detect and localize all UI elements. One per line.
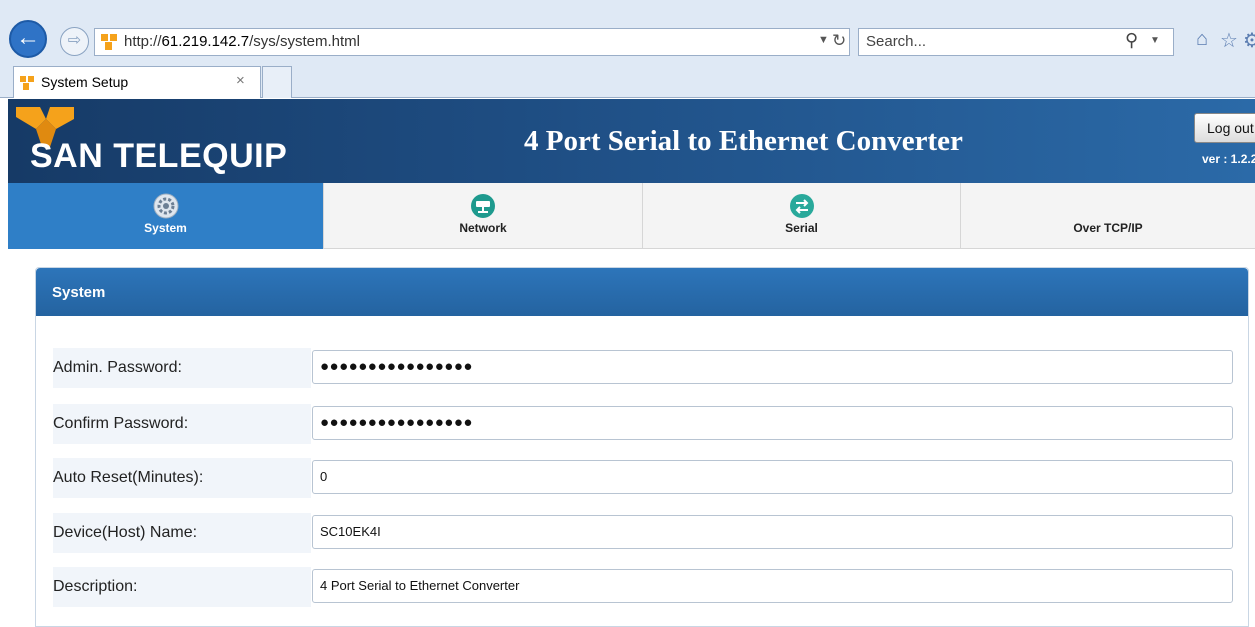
- tools-gear-icon[interactable]: ⚙: [1243, 28, 1255, 53]
- description-field[interactable]: 4 Port Serial to Ethernet Converter: [312, 569, 1233, 603]
- network-icon: [471, 194, 495, 218]
- panel-header: System: [36, 268, 1248, 316]
- page-header: SAN TELEQUIP 4 Port Serial to Ethernet C…: [8, 99, 1255, 183]
- browser-tab-strip: System Setup ×: [0, 66, 1255, 98]
- tab-system[interactable]: System: [8, 183, 324, 249]
- tab-network-label: Network: [459, 221, 507, 235]
- new-tab-button[interactable]: [262, 66, 292, 98]
- search-icon[interactable]: ⚲: [1125, 30, 1138, 51]
- favorites-star-icon[interactable]: ☆: [1220, 28, 1238, 53]
- confirm-password-field[interactable]: ●●●●●●●●●●●●●●●●: [312, 406, 1233, 440]
- url-dropdown-icon[interactable]: ▼: [818, 34, 829, 46]
- serial-arrows-icon: [790, 194, 814, 218]
- auto-reset-field[interactable]: 0: [312, 460, 1233, 494]
- admin-password-label: Admin. Password:: [53, 348, 311, 388]
- confirm-password-label: Confirm Password:: [53, 404, 311, 444]
- admin-password-field[interactable]: ●●●●●●●●●●●●●●●●: [312, 350, 1233, 384]
- form-row-confirm-password: Confirm Password: ●●●●●●●●●●●●●●●●: [53, 404, 1233, 444]
- site-favicon-icon: [101, 34, 117, 50]
- description-label: Description:: [53, 567, 311, 607]
- refresh-icon[interactable]: ↻: [832, 31, 846, 51]
- logout-button[interactable]: Log out: [1194, 113, 1255, 143]
- back-button[interactable]: ←: [9, 20, 47, 58]
- form-row-admin-password: Admin. Password: ●●●●●●●●●●●●●●●●: [53, 348, 1233, 388]
- panel-title: System: [52, 284, 106, 301]
- browser-address-bar: ← ⇨ http://61.219.142.7/sys/system.html …: [0, 0, 1255, 66]
- tab-serial-label: Serial: [785, 221, 818, 235]
- version-label: ver : 1.2.2: [1202, 152, 1255, 166]
- tab-system-label: System: [144, 221, 187, 235]
- page-title: 4 Port Serial to Ethernet Converter: [524, 125, 963, 157]
- home-icon[interactable]: ⌂: [1196, 28, 1208, 51]
- url-prefix: http://: [124, 33, 162, 50]
- url-path: /sys/system.html: [249, 33, 360, 50]
- tab-title: System Setup: [41, 74, 129, 90]
- tab-serial[interactable]: Serial: [643, 183, 961, 249]
- url-text[interactable]: http://61.219.142.7/sys/system.html: [124, 33, 360, 50]
- url-host: 61.219.142.7: [161, 33, 250, 50]
- device-name-field[interactable]: SC10EK4I: [312, 515, 1233, 549]
- tab-favicon-icon: [20, 76, 34, 90]
- system-gear-icon: [153, 193, 179, 219]
- browser-tab-system-setup[interactable]: System Setup ×: [13, 66, 261, 98]
- form-row-device-name: Device(Host) Name: SC10EK4I: [53, 513, 1233, 553]
- tab-over-tcp-ip[interactable]: Over TCP/IP: [961, 183, 1255, 249]
- device-name-label: Device(Host) Name:: [53, 513, 311, 553]
- tab-network[interactable]: Network: [324, 183, 643, 249]
- search-dropdown-icon[interactable]: ▼: [1150, 35, 1160, 46]
- system-panel: System Admin. Password: ●●●●●●●●●●●●●●●●…: [35, 267, 1249, 627]
- form-row-description: Description: 4 Port Serial to Ethernet C…: [53, 567, 1233, 607]
- close-tab-icon[interactable]: ×: [236, 72, 245, 89]
- forward-button[interactable]: ⇨: [60, 27, 89, 56]
- company-logo-text: SAN TELEQUIP: [30, 137, 288, 175]
- main-nav: System Network Serial Over TCP/IP: [8, 183, 1255, 249]
- auto-reset-label: Auto Reset(Minutes):: [53, 458, 311, 498]
- form-row-auto-reset: Auto Reset(Minutes): 0: [53, 458, 1233, 498]
- tab-over-tcp-ip-label: Over TCP/IP: [1073, 221, 1143, 235]
- browser-search-placeholder[interactable]: Search...: [866, 33, 926, 50]
